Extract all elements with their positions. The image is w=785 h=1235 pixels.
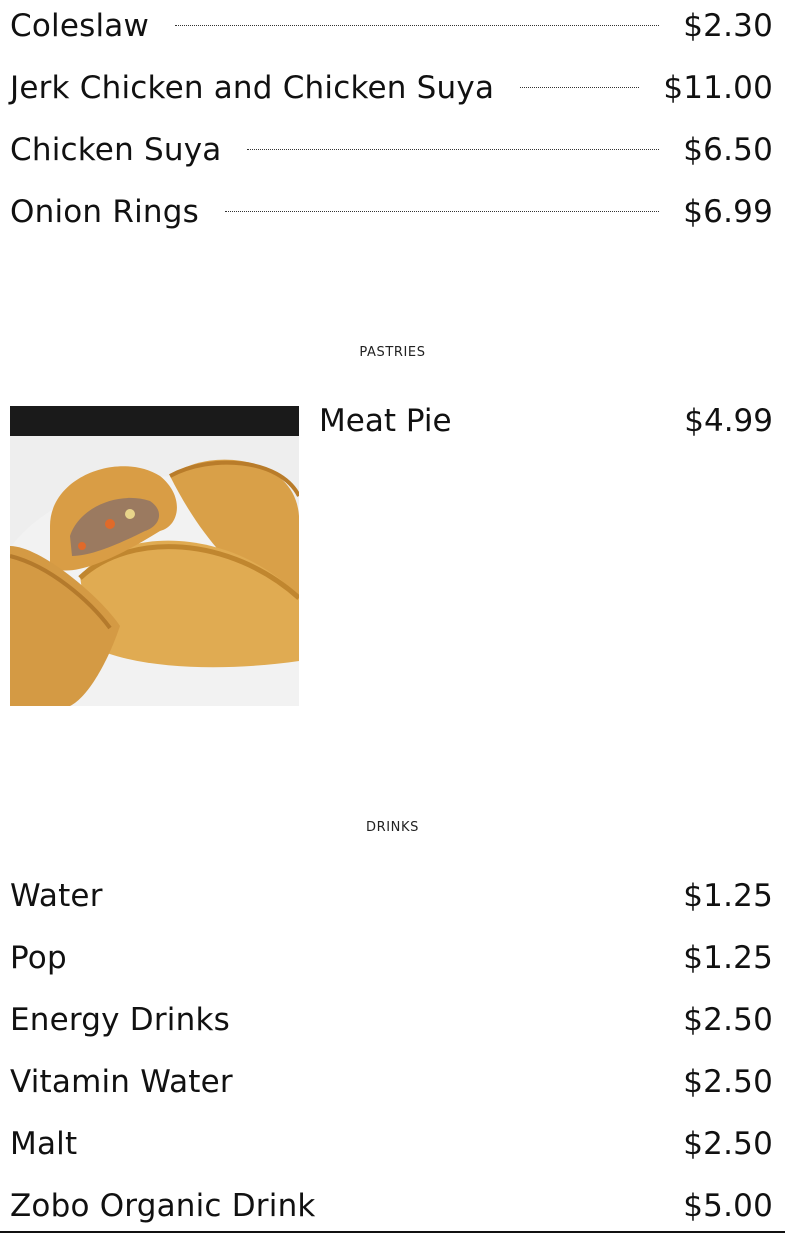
menu-item-onion-rings: Onion Rings $6.99 — [10, 192, 773, 232]
menu-item-zobo-organic-drink: Zobo Organic Drink $5.00 — [10, 1186, 773, 1226]
item-name: Energy Drinks — [10, 1002, 230, 1038]
item-name: Jerk Chicken and Chicken Suya — [10, 70, 495, 106]
dotted-leader — [175, 24, 660, 26]
section-title-pastries: PASTRIES — [359, 345, 426, 360]
bottom-divider — [0, 1231, 785, 1233]
menu-item-energy-drinks: Energy Drinks $2.50 — [10, 1000, 773, 1040]
item-price: $4.99 — [684, 403, 773, 439]
item-price: $1.25 — [683, 940, 773, 976]
item-name: Meat Pie — [319, 403, 452, 439]
dotted-leader — [247, 148, 660, 150]
item-price: $6.99 — [683, 194, 773, 230]
item-name: Pop — [10, 940, 67, 976]
dotted-leader — [224, 210, 660, 212]
menu-item-malt: Malt $2.50 — [10, 1124, 773, 1164]
menu-item-jerk-chicken-and-chicken-suya: Jerk Chicken and Chicken Suya $11.00 — [10, 68, 773, 108]
item-price: $11.00 — [663, 70, 773, 106]
item-price: $5.00 — [683, 1188, 773, 1224]
dotted-leader — [520, 86, 640, 88]
item-price: $2.50 — [683, 1126, 773, 1162]
section-title-drinks: DRINKS — [366, 820, 419, 835]
meat-pie-photo — [10, 406, 299, 706]
item-name: Onion Rings — [10, 194, 199, 230]
item-name: Zobo Organic Drink — [10, 1188, 316, 1224]
item-price: $1.25 — [683, 878, 773, 914]
item-price: $2.50 — [683, 1064, 773, 1100]
item-name: Coleslaw — [10, 8, 150, 44]
item-name: Malt — [10, 1126, 78, 1162]
item-price: $2.50 — [683, 1002, 773, 1038]
item-name: Vitamin Water — [10, 1064, 233, 1100]
item-price: $2.30 — [683, 8, 773, 44]
item-name: Water — [10, 878, 103, 914]
menu-item-chicken-suya: Chicken Suya $6.50 — [10, 130, 773, 170]
menu-item-vitamin-water: Vitamin Water $2.50 — [10, 1062, 773, 1102]
menu-item-meat-pie: Meat Pie $4.99 — [319, 401, 773, 441]
menu-item-pop: Pop $1.25 — [10, 938, 773, 978]
item-name: Chicken Suya — [10, 132, 222, 168]
menu-item-coleslaw: Coleslaw $2.30 — [10, 6, 773, 46]
item-price: $6.50 — [683, 132, 773, 168]
menu-item-water: Water $1.25 — [10, 876, 773, 916]
